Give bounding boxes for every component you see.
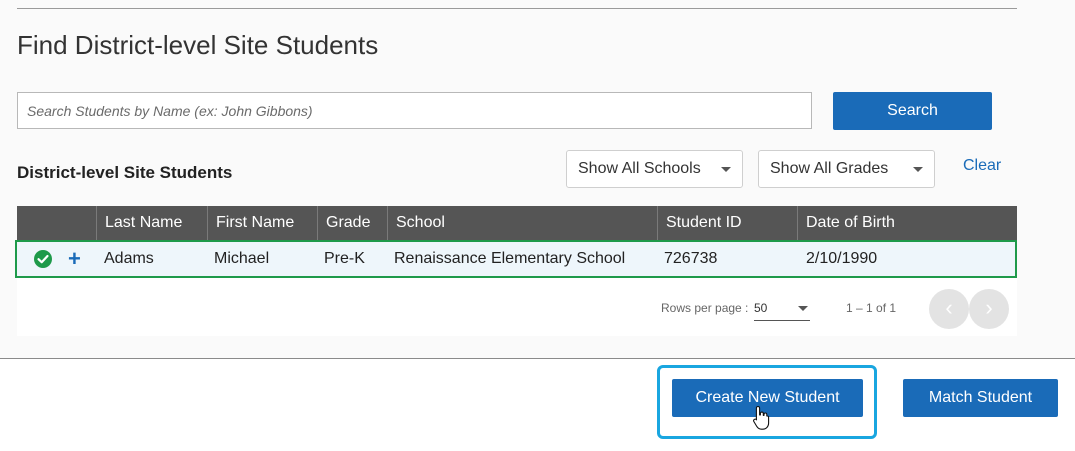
search-input[interactable] — [17, 92, 812, 129]
column-header-last-name[interactable]: Last Name — [96, 206, 207, 240]
column-header-student-id[interactable]: Student ID — [657, 206, 797, 240]
rows-per-page-value: 50 — [754, 301, 768, 315]
pagination-range: 1 – 1 of 1 — [846, 301, 897, 315]
students-table: Last Name First Name Grade School Studen… — [15, 206, 1017, 336]
cell-grade: Pre-K — [324, 250, 365, 267]
match-student-button[interactable]: Match Student — [903, 379, 1058, 417]
previous-page-button[interactable]: ‹ — [929, 289, 969, 329]
rows-per-page-label: Rows per page : — [661, 301, 749, 315]
column-header-first-name[interactable]: First Name — [207, 206, 317, 240]
chevron-down-icon — [721, 166, 731, 172]
section-title: District-level Site Students — [17, 163, 233, 182]
cell-date-of-birth: 2/10/1990 — [806, 250, 878, 267]
next-page-button[interactable]: › — [969, 289, 1009, 329]
chevron-left-icon: ‹ — [945, 295, 953, 320]
rows-per-page-select[interactable]: 50 — [754, 296, 810, 321]
chevron-down-icon — [798, 306, 808, 311]
plus-icon[interactable]: + — [68, 248, 81, 270]
page-title: Find District-level Site Students — [17, 30, 379, 60]
footer-divider — [0, 358, 1075, 359]
search-button[interactable]: Search — [833, 92, 992, 130]
column-header-school[interactable]: School — [387, 206, 657, 240]
column-header-date-of-birth[interactable]: Date of Birth — [797, 206, 1017, 240]
schools-filter-value: Show All Schools — [578, 160, 701, 177]
search-panel: Find District-level Site Students Search… — [0, 0, 1075, 358]
cell-first-name: Michael — [214, 250, 270, 267]
table-row[interactable]: + Adams Michael Pre-K Renaissance Elemen… — [15, 240, 1017, 278]
grades-filter-dropdown[interactable]: Show All Grades — [758, 150, 935, 188]
top-divider — [17, 8, 1017, 9]
grades-filter-value: Show All Grades — [770, 160, 889, 177]
chevron-right-icon: › — [985, 295, 993, 320]
hand-pointer-cursor-icon — [753, 405, 770, 430]
check-circle-icon — [34, 250, 52, 268]
cell-school: Renaissance Elementary School — [394, 250, 626, 267]
clear-filters-link[interactable]: Clear — [963, 157, 1001, 175]
schools-filter-dropdown[interactable]: Show All Schools — [566, 150, 743, 188]
chevron-down-icon — [913, 166, 923, 172]
cell-student-id: 726738 — [664, 250, 718, 267]
column-header-grade[interactable]: Grade — [317, 206, 387, 240]
table-header: Last Name First Name Grade School Studen… — [17, 206, 1017, 240]
cell-last-name: Adams — [104, 250, 154, 267]
